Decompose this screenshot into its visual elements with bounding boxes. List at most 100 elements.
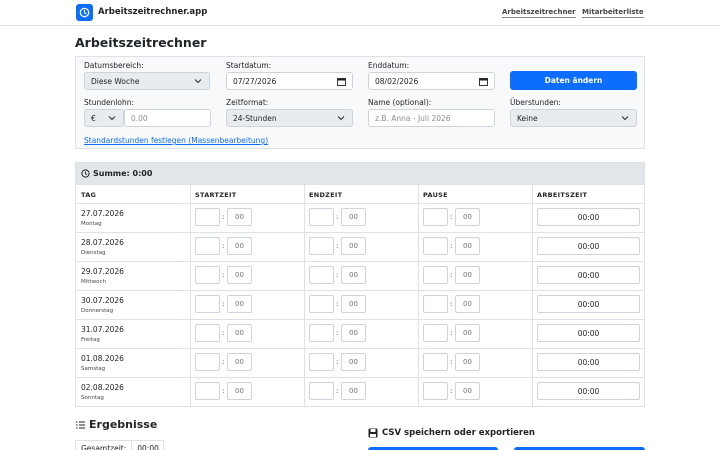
standard-hours-link[interactable]: Standardstunden festlegen (Massenbearbei… xyxy=(84,136,268,145)
minute-placeholder: 00 xyxy=(463,387,472,395)
start-hour-input[interactable] xyxy=(195,324,220,342)
minute-placeholder: 00 xyxy=(349,242,358,250)
name-input[interactable]: z.B. Anna - Juli 2026 xyxy=(368,109,495,127)
time-separator: : xyxy=(336,300,339,308)
brand-name[interactable]: Arbeitszeitrechner.app xyxy=(98,7,207,17)
break-minute-input[interactable]: 00 xyxy=(455,353,480,371)
table-row: 31.07.2026 Freitag:00:00:00 00:00 xyxy=(76,320,644,349)
hourly-wage-placeholder: 0.00 xyxy=(131,113,148,123)
end-date-value: 08/02/2026 xyxy=(375,76,419,86)
minute-placeholder: 00 xyxy=(235,271,244,279)
break-minute-input[interactable]: 00 xyxy=(455,266,480,284)
date-range-label: Datumsbereich: xyxy=(84,61,144,70)
name-placeholder: z.B. Anna - Juli 2026 xyxy=(375,113,451,123)
minute-placeholder: 00 xyxy=(463,242,472,250)
row-date: 27.07.2026 xyxy=(81,209,124,218)
time-separator: : xyxy=(450,271,453,279)
change-dates-button[interactable]: Daten ändern xyxy=(510,71,637,90)
break-minute-input[interactable]: 00 xyxy=(455,324,480,342)
nav-link-mitarbeiterliste[interactable]: Mitarbeiterliste xyxy=(582,8,644,18)
end-minute-input[interactable]: 00 xyxy=(341,237,366,255)
start-minute-input[interactable]: 00 xyxy=(227,324,252,342)
end-hour-input[interactable] xyxy=(309,295,334,313)
end-hour-input[interactable] xyxy=(309,324,334,342)
worktime-output: 00:00 xyxy=(537,382,640,400)
end-minute-input[interactable]: 00 xyxy=(341,324,366,342)
row-date: 01.08.2026 xyxy=(81,354,124,363)
start-minute-input[interactable]: 00 xyxy=(227,266,252,284)
calendar-icon[interactable] xyxy=(479,77,488,86)
break-hour-input[interactable] xyxy=(423,237,448,255)
results-title: Ergebnisse xyxy=(89,418,158,431)
break-minute-input[interactable]: 00 xyxy=(455,382,480,400)
time-separator: : xyxy=(336,213,339,221)
break-minute-input[interactable]: 00 xyxy=(455,237,480,255)
start-date-input[interactable]: 07/27/2026 xyxy=(226,72,353,90)
end-date-label: Enddatum: xyxy=(368,61,410,70)
break-minute-input[interactable]: 00 xyxy=(455,208,480,226)
time-format-value: 24-Stunden xyxy=(233,113,277,123)
time-table: Summe: 0:00 TAG STARTZEIT ENDZEIT PAUSE … xyxy=(75,162,645,407)
break-hour-input[interactable] xyxy=(423,295,448,313)
break-hour-input[interactable] xyxy=(423,266,448,284)
start-minute-input[interactable]: 00 xyxy=(227,295,252,313)
end-hour-input[interactable] xyxy=(309,266,334,284)
break-hour-input[interactable] xyxy=(423,208,448,226)
clock-logo-icon[interactable] xyxy=(76,4,93,21)
overtime-select[interactable]: Keine xyxy=(510,109,637,127)
row-weekday: Freitag xyxy=(81,337,100,343)
end-minute-input[interactable]: 00 xyxy=(341,382,366,400)
table-row: 29.07.2026 Mittwoch:00:00:00 00:00 xyxy=(76,262,644,291)
worktime-value: 00:00 xyxy=(577,386,600,396)
column-header-start: STARTZEIT xyxy=(195,191,237,199)
total-time-label: Gesamtzeit: xyxy=(76,441,133,450)
start-hour-input[interactable] xyxy=(195,353,220,371)
start-minute-input[interactable]: 00 xyxy=(227,237,252,255)
break-minute-input[interactable]: 00 xyxy=(455,295,480,313)
end-hour-input[interactable] xyxy=(309,382,334,400)
date-range-select[interactable]: Diese Woche xyxy=(84,72,210,90)
start-minute-input[interactable]: 00 xyxy=(227,353,252,371)
minute-placeholder: 00 xyxy=(349,213,358,221)
time-separator: : xyxy=(336,358,339,366)
minute-placeholder: 00 xyxy=(349,271,358,279)
break-hour-input[interactable] xyxy=(423,324,448,342)
nav-link-arbeitszeitrechner[interactable]: Arbeitszeitrechner xyxy=(502,8,576,18)
hourly-wage-input[interactable]: 0.00 xyxy=(124,109,211,127)
start-hour-input[interactable] xyxy=(195,237,220,255)
end-hour-input[interactable] xyxy=(309,353,334,371)
currency-select[interactable]: € xyxy=(84,109,124,127)
end-minute-input[interactable]: 00 xyxy=(341,266,366,284)
start-hour-input[interactable] xyxy=(195,295,220,313)
start-minute-input[interactable]: 00 xyxy=(227,382,252,400)
start-hour-input[interactable] xyxy=(195,208,220,226)
break-hour-input[interactable] xyxy=(423,382,448,400)
end-minute-input[interactable]: 00 xyxy=(341,295,366,313)
table-row: 01.08.2026 Samstag:00:00:00 00:00 xyxy=(76,349,644,378)
table-header: TAG STARTZEIT ENDZEIT PAUSE ARBEITSZEIT xyxy=(76,185,644,204)
table-row: 27.07.2026 Montag:00:00:00 00:00 xyxy=(76,204,644,233)
clock-icon xyxy=(81,169,90,178)
end-date-input[interactable]: 08/02/2026 xyxy=(368,72,495,90)
break-hour-input[interactable] xyxy=(423,353,448,371)
chevron-down-icon xyxy=(108,116,116,121)
worktime-value: 00:00 xyxy=(577,241,600,251)
calendar-icon[interactable] xyxy=(337,77,346,86)
worktime-output: 00:00 xyxy=(537,237,640,255)
time-separator: : xyxy=(222,329,225,337)
minute-placeholder: 00 xyxy=(235,242,244,250)
start-hour-input[interactable] xyxy=(195,266,220,284)
list-icon xyxy=(76,421,85,429)
start-minute-input[interactable]: 00 xyxy=(227,208,252,226)
end-minute-input[interactable]: 00 xyxy=(341,208,366,226)
start-date-label: Startdatum: xyxy=(226,61,272,70)
table-row: 02.08.2026 Sonntag:00:00:00 00:00 xyxy=(76,378,644,407)
row-weekday: Donnerstag xyxy=(81,308,114,314)
end-hour-input[interactable] xyxy=(309,237,334,255)
time-format-select[interactable]: 24-Stunden xyxy=(226,109,353,127)
start-hour-input[interactable] xyxy=(195,382,220,400)
minute-placeholder: 00 xyxy=(235,358,244,366)
end-hour-input[interactable] xyxy=(309,208,334,226)
time-separator: : xyxy=(450,329,453,337)
end-minute-input[interactable]: 00 xyxy=(341,353,366,371)
